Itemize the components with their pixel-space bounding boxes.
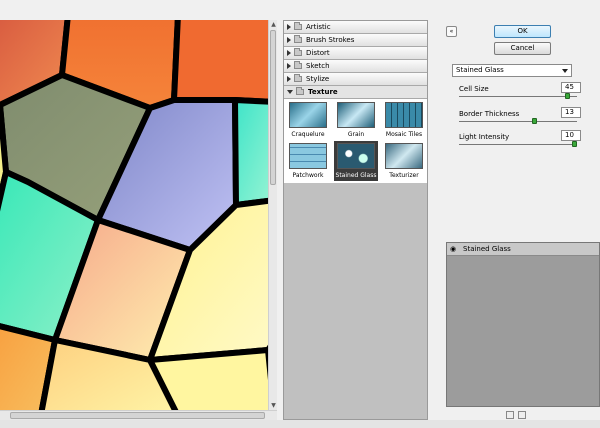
layer-buttons xyxy=(506,411,526,419)
patchwork-thumbnail-image xyxy=(289,143,327,169)
texturizer-thumbnail-image xyxy=(385,143,423,169)
new-layer-icon[interactable] xyxy=(506,411,514,419)
light-intensity-slider-knob[interactable] xyxy=(572,141,577,147)
slider-track[interactable] xyxy=(459,144,577,145)
stained-glass-thumbnail-image xyxy=(337,143,375,169)
effect-layer-label: Stained Glass xyxy=(463,245,511,253)
expand-icon xyxy=(287,37,291,43)
category-texture[interactable]: Texture xyxy=(284,86,427,99)
collapse-icon xyxy=(287,90,293,94)
thumb-label: Mosaic Tiles xyxy=(385,131,423,138)
thumb-mosaic-tiles[interactable]: Mosaic Tiles xyxy=(382,102,426,138)
category-distort[interactable]: Distort xyxy=(284,47,427,60)
cell-size-input[interactable]: 45 xyxy=(561,82,581,93)
collapse-arrows-icon: « xyxy=(449,28,454,35)
expand-icon xyxy=(287,76,291,82)
dropdown-arrow-icon xyxy=(562,69,568,73)
eye-icon[interactable]: ◉ xyxy=(447,245,459,253)
category-artistic[interactable]: Artistic xyxy=(284,21,427,34)
image-preview[interactable] xyxy=(0,20,268,410)
category-label: Texture xyxy=(308,88,338,96)
expand-icon xyxy=(287,24,291,30)
category-brush-strokes[interactable]: Brush Strokes xyxy=(284,34,427,47)
filter-select-value: Stained Glass xyxy=(456,66,504,74)
effect-layers-panel: ◉ Stained Glass xyxy=(446,242,600,407)
glass-cell xyxy=(147,347,268,410)
status-bar xyxy=(0,420,600,428)
slider-track[interactable] xyxy=(459,96,577,97)
category-sketch[interactable]: Sketch xyxy=(284,60,427,73)
mosaic-tiles-thumbnail-image xyxy=(385,102,423,128)
category-label: Distort xyxy=(306,49,330,57)
param-cell-size: Cell Size 45 xyxy=(459,82,581,99)
thumb-craquelure[interactable]: Craquelure xyxy=(286,102,330,138)
delete-layer-icon[interactable] xyxy=(518,411,526,419)
vertical-scroll-thumb[interactable] xyxy=(270,30,276,185)
grain-thumbnail-image xyxy=(337,102,375,128)
cancel-button[interactable]: Cancel xyxy=(494,42,551,55)
effect-layer-row[interactable]: ◉ Stained Glass xyxy=(447,243,599,256)
category-label: Artistic xyxy=(306,23,331,31)
thumb-label: Patchwork xyxy=(292,172,324,179)
ok-button[interactable]: OK xyxy=(494,25,551,38)
category-label: Sketch xyxy=(306,62,330,70)
folder-icon xyxy=(294,35,302,43)
horizontal-scroll-thumb[interactable] xyxy=(10,412,265,419)
collapse-gallery-button[interactable]: « xyxy=(446,26,457,37)
glass-cell xyxy=(171,20,268,105)
thumb-label: Stained Glass xyxy=(335,172,377,179)
filter-gallery: Artistic Brush Strokes Distort Sketch St… xyxy=(283,20,428,420)
folder-open-icon xyxy=(296,87,304,95)
light-intensity-input[interactable]: 10 xyxy=(561,130,581,141)
stained-glass-preview xyxy=(0,20,268,410)
folder-icon xyxy=(294,22,302,30)
filter-select[interactable]: Stained Glass xyxy=(452,64,572,77)
expand-icon xyxy=(287,63,291,69)
scroll-down-icon[interactable]: ▼ xyxy=(269,401,278,410)
border-thickness-input[interactable]: 13 xyxy=(561,107,581,118)
param-label: Cell Size xyxy=(459,85,489,93)
folder-icon xyxy=(294,74,302,82)
param-label: Light Intensity xyxy=(459,133,510,141)
folder-icon xyxy=(294,48,302,56)
category-label: Stylize xyxy=(306,75,330,83)
thumb-grain[interactable]: Grain xyxy=(334,102,378,138)
border-thickness-slider-knob[interactable] xyxy=(531,118,537,124)
craquelure-thumbnail-image xyxy=(289,102,327,128)
category-label: Brush Strokes xyxy=(306,36,355,44)
preview-horizontal-scrollbar[interactable] xyxy=(0,410,277,420)
thumb-texturizer[interactable]: Texturizer xyxy=(382,143,426,179)
glass-cell xyxy=(232,97,268,208)
param-light-intensity: Light Intensity 10 xyxy=(459,130,581,147)
param-label: Border Thickness xyxy=(459,110,520,118)
thumb-stained-glass[interactable]: Stained Glass xyxy=(334,141,378,181)
folder-icon xyxy=(294,61,302,69)
thumb-label: Texturizer xyxy=(389,172,419,179)
expand-icon xyxy=(287,50,291,56)
settings-panel: « OK Cancel Stained Glass Cell Size 45 B… xyxy=(438,20,600,420)
texture-thumbnails: Craquelure Grain Mosaic Tiles Patchwork … xyxy=(284,99,427,183)
cell-size-slider-knob[interactable] xyxy=(565,93,571,99)
param-border-thickness: Border Thickness 13 xyxy=(459,107,581,124)
thumb-label: Craquelure xyxy=(291,131,325,138)
thumb-label: Grain xyxy=(347,131,365,138)
scroll-up-icon[interactable]: ▲ xyxy=(269,20,278,29)
thumb-patchwork[interactable]: Patchwork xyxy=(286,143,330,179)
slider-track[interactable] xyxy=(459,121,577,122)
category-stylize[interactable]: Stylize xyxy=(284,73,427,86)
preview-vertical-scrollbar[interactable]: ▲ ▼ xyxy=(268,20,277,410)
